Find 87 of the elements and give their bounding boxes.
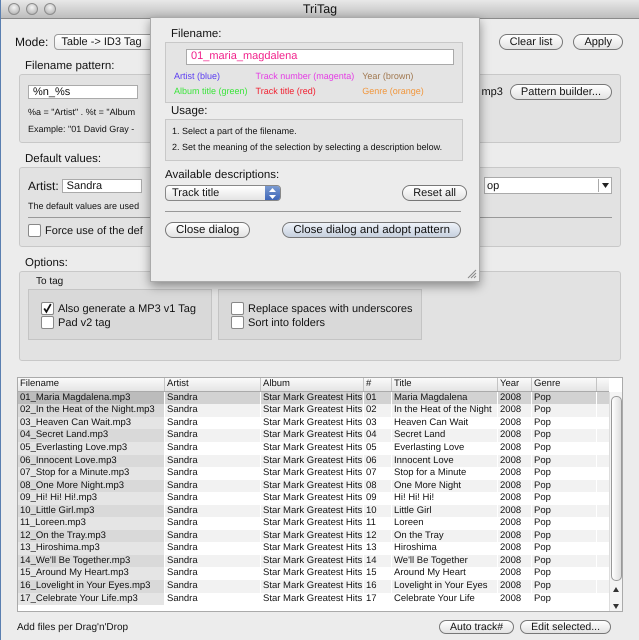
pattern-builder-button[interactable]: Pattern builder... [510, 84, 612, 100]
table-cell: 06_Innocent Love.mp3 [18, 454, 165, 468]
caret-icon [602, 183, 608, 188]
extension-label: mp3 [481, 86, 503, 98]
table-cell: 17_Celebrate Your Life.mp3 [18, 592, 165, 606]
section-label: Available descriptions: [165, 169, 280, 181]
legend-item: Track title (red) [256, 86, 317, 96]
checkbox-label: Sort into folders [248, 316, 326, 328]
table-cell: 16_Lovelight in Your Eyes.mp3 [18, 580, 165, 593]
legend-item: Track number (magenta) [256, 71, 354, 81]
column-header[interactable]: Title [392, 378, 498, 391]
description-popup[interactable]: Track title [165, 185, 281, 201]
table-row[interactable]: 08_One More Night.mp3 Sandra Star Mark Greatest Hits 08 One More Night 2008 Pop [18, 480, 609, 492]
table-cell: 05_Everlasting Love.mp3 [18, 442, 165, 455]
table-cell: 10_Little Girl.mp3 [18, 504, 165, 518]
window-title: TriTag [302, 2, 338, 16]
resize-grip-icon[interactable] [467, 269, 477, 279]
table-row[interactable]: 12_On the Tray.mp3 Sandra Star Mark Greatest Hits 12 On the Tray 2008 Pop [18, 530, 609, 542]
column-header[interactable]: Artist [165, 378, 261, 391]
checkbox[interactable] [231, 302, 244, 315]
column-header[interactable]: Genre [532, 378, 597, 391]
section-label: Default values: [25, 153, 102, 165]
legend-item: Album title (green) [174, 86, 248, 96]
table-row[interactable]: 17_Celebrate Your Life.mp3 Sandra Star Mark Greatest Hits 17 Celebrate Your Life 2008 Pop [18, 592, 609, 606]
table-cell: 01_Maria Magdalena.mp3 [18, 392, 165, 404]
toolbar-button[interactable]: Clear list [498, 34, 564, 50]
stepper-icon [269, 188, 276, 198]
checkbox[interactable] [41, 302, 54, 315]
checkbox[interactable] [28, 224, 41, 237]
table-cell: 08_One More Night.mp3 [18, 480, 165, 492]
table-row[interactable]: 14_We'll Be Together.mp3 Sandra Star Mark Greatest Hits 14 We'll Be Together 2008 Pop [18, 554, 609, 568]
table-row[interactable]: 01_Maria Magdalena.mp3 Sandra Star Mark Greatest Hits 01 Maria Magdalena 2008 Pop [18, 392, 609, 404]
toolbar-button[interactable]: Apply [573, 34, 623, 50]
dialog-button[interactable]: Close dialog [165, 222, 250, 238]
checkbox-label: Pad v2 tag [58, 316, 111, 328]
column-header[interactable]: # [364, 378, 392, 391]
usage-text: 2. Set the meaning of the selection by selecting a description below. [172, 142, 444, 152]
action-button[interactable]: Auto track# [439, 620, 514, 634]
table-cell: 12_On the Tray.mp3 [18, 530, 165, 542]
table-row[interactable]: 06_Innocent Love.mp3 Sandra Star Mark Greatest Hits 06 Innocent Love 2008 Pop [18, 454, 609, 468]
table-cell: 09_Hi! Hi! Hi!.mp3 [18, 492, 165, 505]
minimize-icon[interactable] [26, 3, 38, 15]
table-row[interactable]: 02_In the Heat of the Night.mp3 Sandra Star Mark Greatest Hits 02 In the Heat of the Night 2008 Pop [18, 404, 609, 417]
help-text: Example: "01 David Gray - [28, 124, 134, 134]
column-header[interactable]: Year [498, 378, 532, 391]
filename-field[interactable]: 01_maria_magdalena [186, 49, 454, 65]
legend-item: Artist (blue) [174, 71, 222, 81]
legend-item: Genre (orange) [362, 86, 424, 96]
table-cell: 11_Loreen.mp3 [18, 517, 165, 530]
section-label: Usage: [171, 105, 208, 117]
table-cell: 02_In the Heat of the Night.mp3 [18, 404, 165, 417]
reset-button[interactable]: Reset all [402, 185, 467, 201]
column-header[interactable]: Album [261, 378, 364, 391]
artist-label: Artist: [28, 178, 59, 192]
section-label: Options: [25, 257, 68, 269]
table-cell: 03_Heaven Can Wait.mp3 [18, 416, 165, 430]
status-text: Add files per Drag'n'Drop [17, 622, 128, 632]
table-cell: 14_We'll Be Together.mp3 [18, 554, 165, 568]
close-icon[interactable] [8, 3, 20, 15]
help-text: The default values are used [28, 201, 140, 211]
table-cell: 04_Secret Land.mp3 [18, 429, 165, 442]
checkbox-label: Also generate a MP3 v1 Tag [58, 302, 196, 314]
legend-item: Year (brown) [362, 71, 414, 81]
section-label: Filename pattern: [25, 60, 114, 72]
artist-field[interactable]: Sandra [62, 178, 142, 192]
mode-label: Mode: [15, 35, 48, 49]
table-row[interactable]: 10_Little Girl.mp3 Sandra Star Mark Greatest Hits 10 Little Girl 2008 Pop [18, 504, 609, 518]
dialog-button[interactable]: Close dialog and adopt pattern [282, 222, 461, 238]
table-cell: 15_Around My Heart.mp3 [18, 567, 165, 580]
table-row[interactable]: 16_Lovelight in Your Eyes.mp3 Sandra Star Mark Greatest Hits 16 Lovelight in Your Eyes 2008 Pop [18, 580, 609, 593]
table-cell: 07_Stop for a Minute.mp3 [18, 467, 165, 480]
usage-text: 1. Select a part of the filename. [172, 126, 298, 136]
table-cell: 13_Hiroshima.mp3 [18, 542, 165, 555]
checkbox-label: Force use of the def [45, 224, 143, 236]
action-button[interactable]: Edit selected... [520, 620, 611, 634]
help-text: %a = "Artist" . %t = "Album [28, 107, 136, 117]
scrollbar[interactable] [609, 392, 622, 611]
checkbox[interactable] [231, 316, 244, 329]
group-label: To tag [36, 276, 64, 289]
column-header[interactable]: Filename [18, 378, 165, 391]
pattern-field[interactable]: %n_%s [28, 85, 138, 99]
checkbox[interactable] [41, 316, 54, 329]
table-row[interactable]: 04_Secret Land.mp3 Sandra Star Mark Greatest Hits 04 Secret Land 2008 Pop [18, 429, 609, 442]
genre-combo[interactable]: op [484, 177, 612, 194]
scroll-arrows-icon[interactable] [612, 585, 620, 611]
checkbox-label: Replace spaces with underscores [248, 302, 412, 314]
zoom-icon[interactable] [44, 3, 56, 15]
